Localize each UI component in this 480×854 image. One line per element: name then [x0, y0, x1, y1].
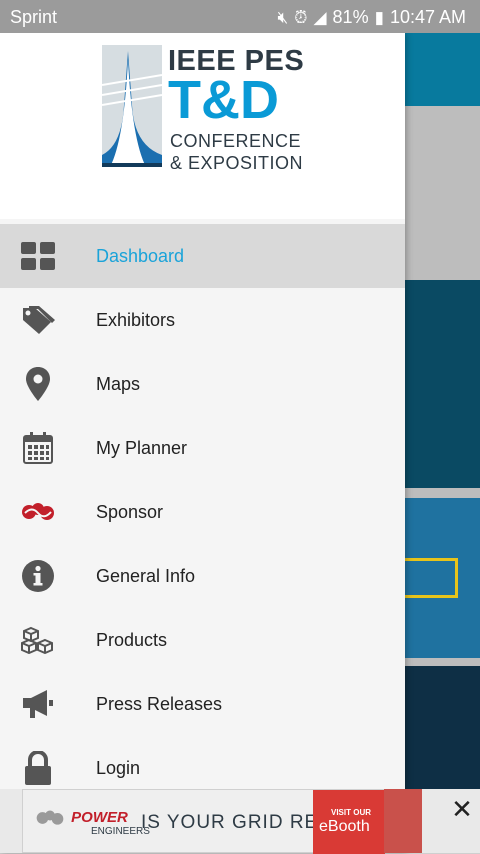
info-icon [0, 560, 76, 592]
lock-icon [0, 751, 76, 785]
sponsor-logo-icon [36, 810, 64, 825]
clock: 10:47 AM [389, 7, 466, 27]
menu-label: My Planner [96, 437, 188, 458]
ad-cta-label: eBooth [319, 818, 370, 835]
battery-percent: 81% [332, 7, 369, 27]
lte-signal-icon: ◢ [313, 7, 327, 27]
megaphone-icon [0, 689, 76, 719]
dashboard-grid-icon [0, 242, 76, 270]
drawer-menu: Dashboard Exhibitors Maps My Planner Spo… [0, 224, 405, 800]
menu-label: General Info [96, 565, 196, 586]
menu-label: Press Releases [96, 693, 223, 714]
logo-line-3: CONFERENCE [170, 131, 302, 151]
tags-icon [0, 306, 76, 334]
menu-label: Products [96, 629, 168, 650]
map-pin-icon [0, 367, 76, 401]
menu-item-sponsor[interactable]: Sponsor [0, 480, 405, 544]
ad-banner[interactable]: POWER ENGINEERS IS YOUR GRID READY? VISI… [0, 789, 480, 854]
event-logo: IEEE PES T&D CONFERENCE & EXPOSITION [102, 45, 307, 173]
menu-item-general-info[interactable]: General Info [0, 544, 405, 608]
menu-item-exhibitors[interactable]: Exhibitors [0, 288, 405, 352]
sponsor-logo-icon [0, 500, 76, 524]
drawer-header: IEEE PES T&D CONFERENCE & EXPOSITION [0, 33, 405, 219]
ad-brand: POWER [33, 808, 128, 828]
content-tile [395, 666, 480, 791]
logo-line-2: T&D [168, 70, 279, 130]
status-icons: 🔇︎ ⏰︎ ◢ 81% ▮ 10:47 AM [277, 7, 466, 28]
content-tile [395, 498, 480, 658]
menu-item-products[interactable]: Products [0, 608, 405, 672]
menu-label: Login [96, 757, 141, 778]
menu-label: Sponsor [96, 501, 164, 522]
content-tile [395, 280, 480, 488]
menu-item-press-releases[interactable]: Press Releases [0, 672, 405, 736]
tower-graphic-icon [102, 45, 162, 167]
mute-icon: 🔇︎ [277, 7, 289, 27]
menu-label: Maps [96, 373, 141, 394]
ad-content[interactable]: POWER ENGINEERS IS YOUR GRID READY? VISI… [22, 789, 385, 854]
status-bar: Sprint 🔇︎ ⏰︎ ◢ 81% ▮ 10:47 AM [0, 0, 480, 33]
carrier-name: Sprint [10, 7, 58, 27]
close-icon[interactable]: ✕ [448, 795, 476, 823]
ad-cta-small: VISIT OUR [331, 808, 372, 817]
menu-item-maps[interactable]: Maps [0, 352, 405, 416]
ad-brand-name: POWER [71, 808, 128, 826]
ad-strip [384, 789, 422, 853]
menu-item-dashboard[interactable]: Dashboard [0, 224, 405, 288]
navigation-drawer: IEEE PES T&D CONFERENCE & EXPOSITION Das… [0, 33, 405, 853]
menu-label: Exhibitors [96, 309, 176, 330]
calendar-icon [0, 432, 76, 464]
menu-item-my-planner[interactable]: My Planner [0, 416, 405, 480]
menu-label: Dashboard [96, 245, 185, 266]
logo-line-4: & EXPOSITION [170, 153, 304, 173]
boxes-icon [0, 626, 76, 654]
battery-icon: ▮ [374, 7, 384, 27]
ad-cta[interactable]: VISIT OUR eBooth [313, 790, 385, 854]
alarm-icon: ⏰︎ [294, 7, 308, 27]
